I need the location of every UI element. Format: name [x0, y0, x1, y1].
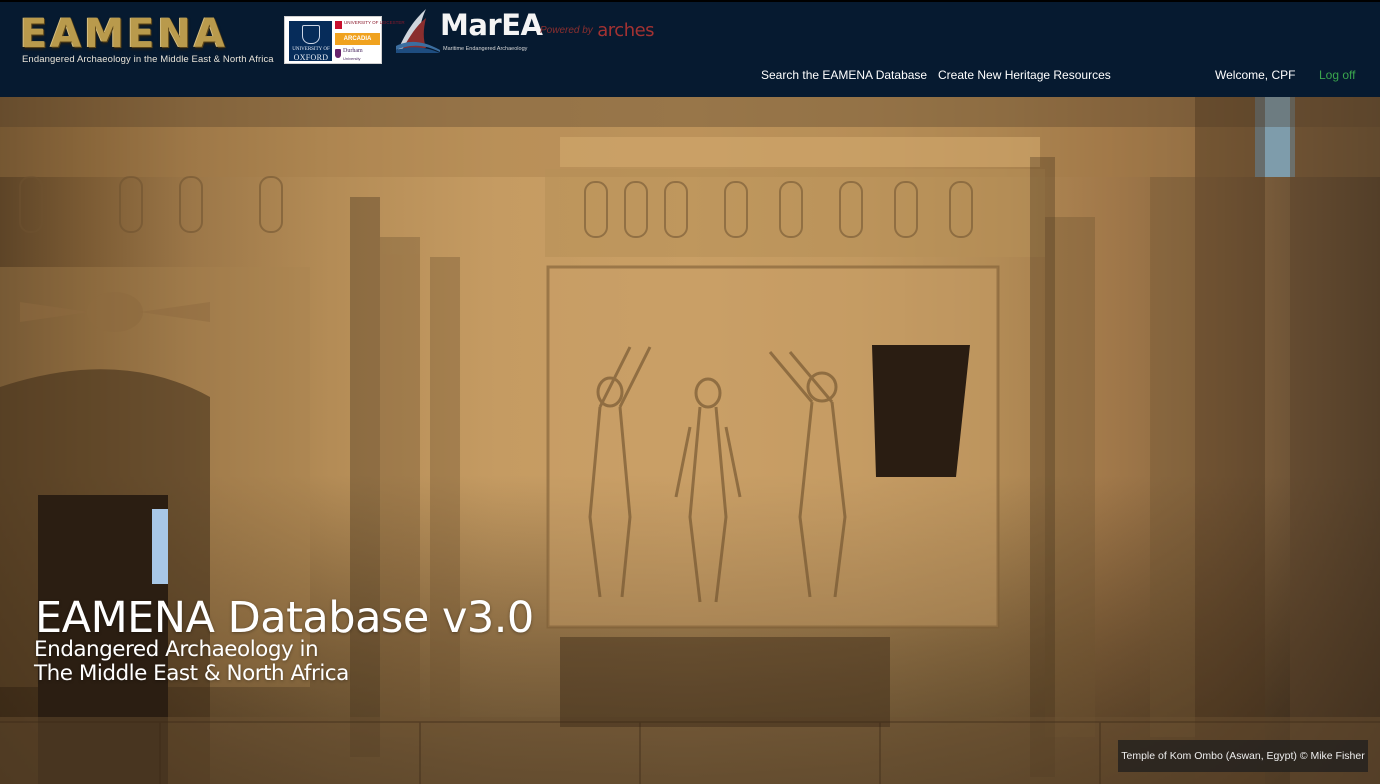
- leicester-shield-icon: [335, 21, 342, 29]
- marea-logo[interactable]: MarEA Maritime Endangered Archaeology: [396, 6, 543, 56]
- oxford-logo: UNIVERSITY OF OXFORD: [288, 20, 333, 62]
- marea-tagline: Maritime Endangered Archaeology: [443, 46, 528, 52]
- durham-logo: Durham University: [335, 47, 380, 62]
- eamena-logo[interactable]: EAMENA Endangered Archaeology in the Mid…: [20, 14, 278, 66]
- nav-create-resources[interactable]: Create New Heritage Resources: [938, 68, 1111, 82]
- durham-sub-label: University: [343, 56, 361, 61]
- hero-title: EAMENA Database v3.0: [35, 593, 534, 643]
- eamena-tagline: Endangered Archaeology in the Middle Eas…: [22, 54, 274, 65]
- oxford-label: OXFORD: [293, 53, 329, 62]
- powered-by-label: Powered by: [540, 25, 593, 36]
- partner-universities-logo: UNIVERSITY OF OXFORD UNIVERSITY OF LEICE…: [284, 16, 405, 64]
- welcome-user-label: Welcome, CPF: [1215, 68, 1296, 82]
- leicester-logo: UNIVERSITY OF LEICESTER: [335, 20, 405, 31]
- hero-subtitle-line1: Endangered Archaeology in: [34, 637, 319, 662]
- powered-by-arches-logo[interactable]: Powered by arches: [540, 20, 655, 41]
- top-navbar: EAMENA Endangered Archaeology in the Mid…: [0, 0, 1380, 97]
- oxford-crest-icon: [302, 25, 320, 44]
- durham-shield-icon: [335, 49, 341, 58]
- photo-caption: Temple of Kom Ombo (Aswan, Egypt) © Mike…: [1118, 740, 1368, 772]
- hero-subtitle-line2: The Middle East & North Africa: [34, 661, 349, 686]
- logoff-link[interactable]: Log off: [1319, 68, 1355, 82]
- marea-wave-icon: [396, 9, 440, 53]
- hero-banner: EAMENA Database v3.0 Endangered Archaeol…: [0, 97, 1380, 784]
- marea-wordmark: MarEA: [440, 8, 543, 42]
- arcadia-logo: ARCADIA: [335, 33, 380, 45]
- eamena-wordmark: EAMENA: [20, 11, 228, 57]
- arches-wordmark: arches: [597, 20, 655, 41]
- nav-search-database[interactable]: Search the EAMENA Database: [761, 68, 927, 82]
- durham-label: Durham: [343, 48, 363, 54]
